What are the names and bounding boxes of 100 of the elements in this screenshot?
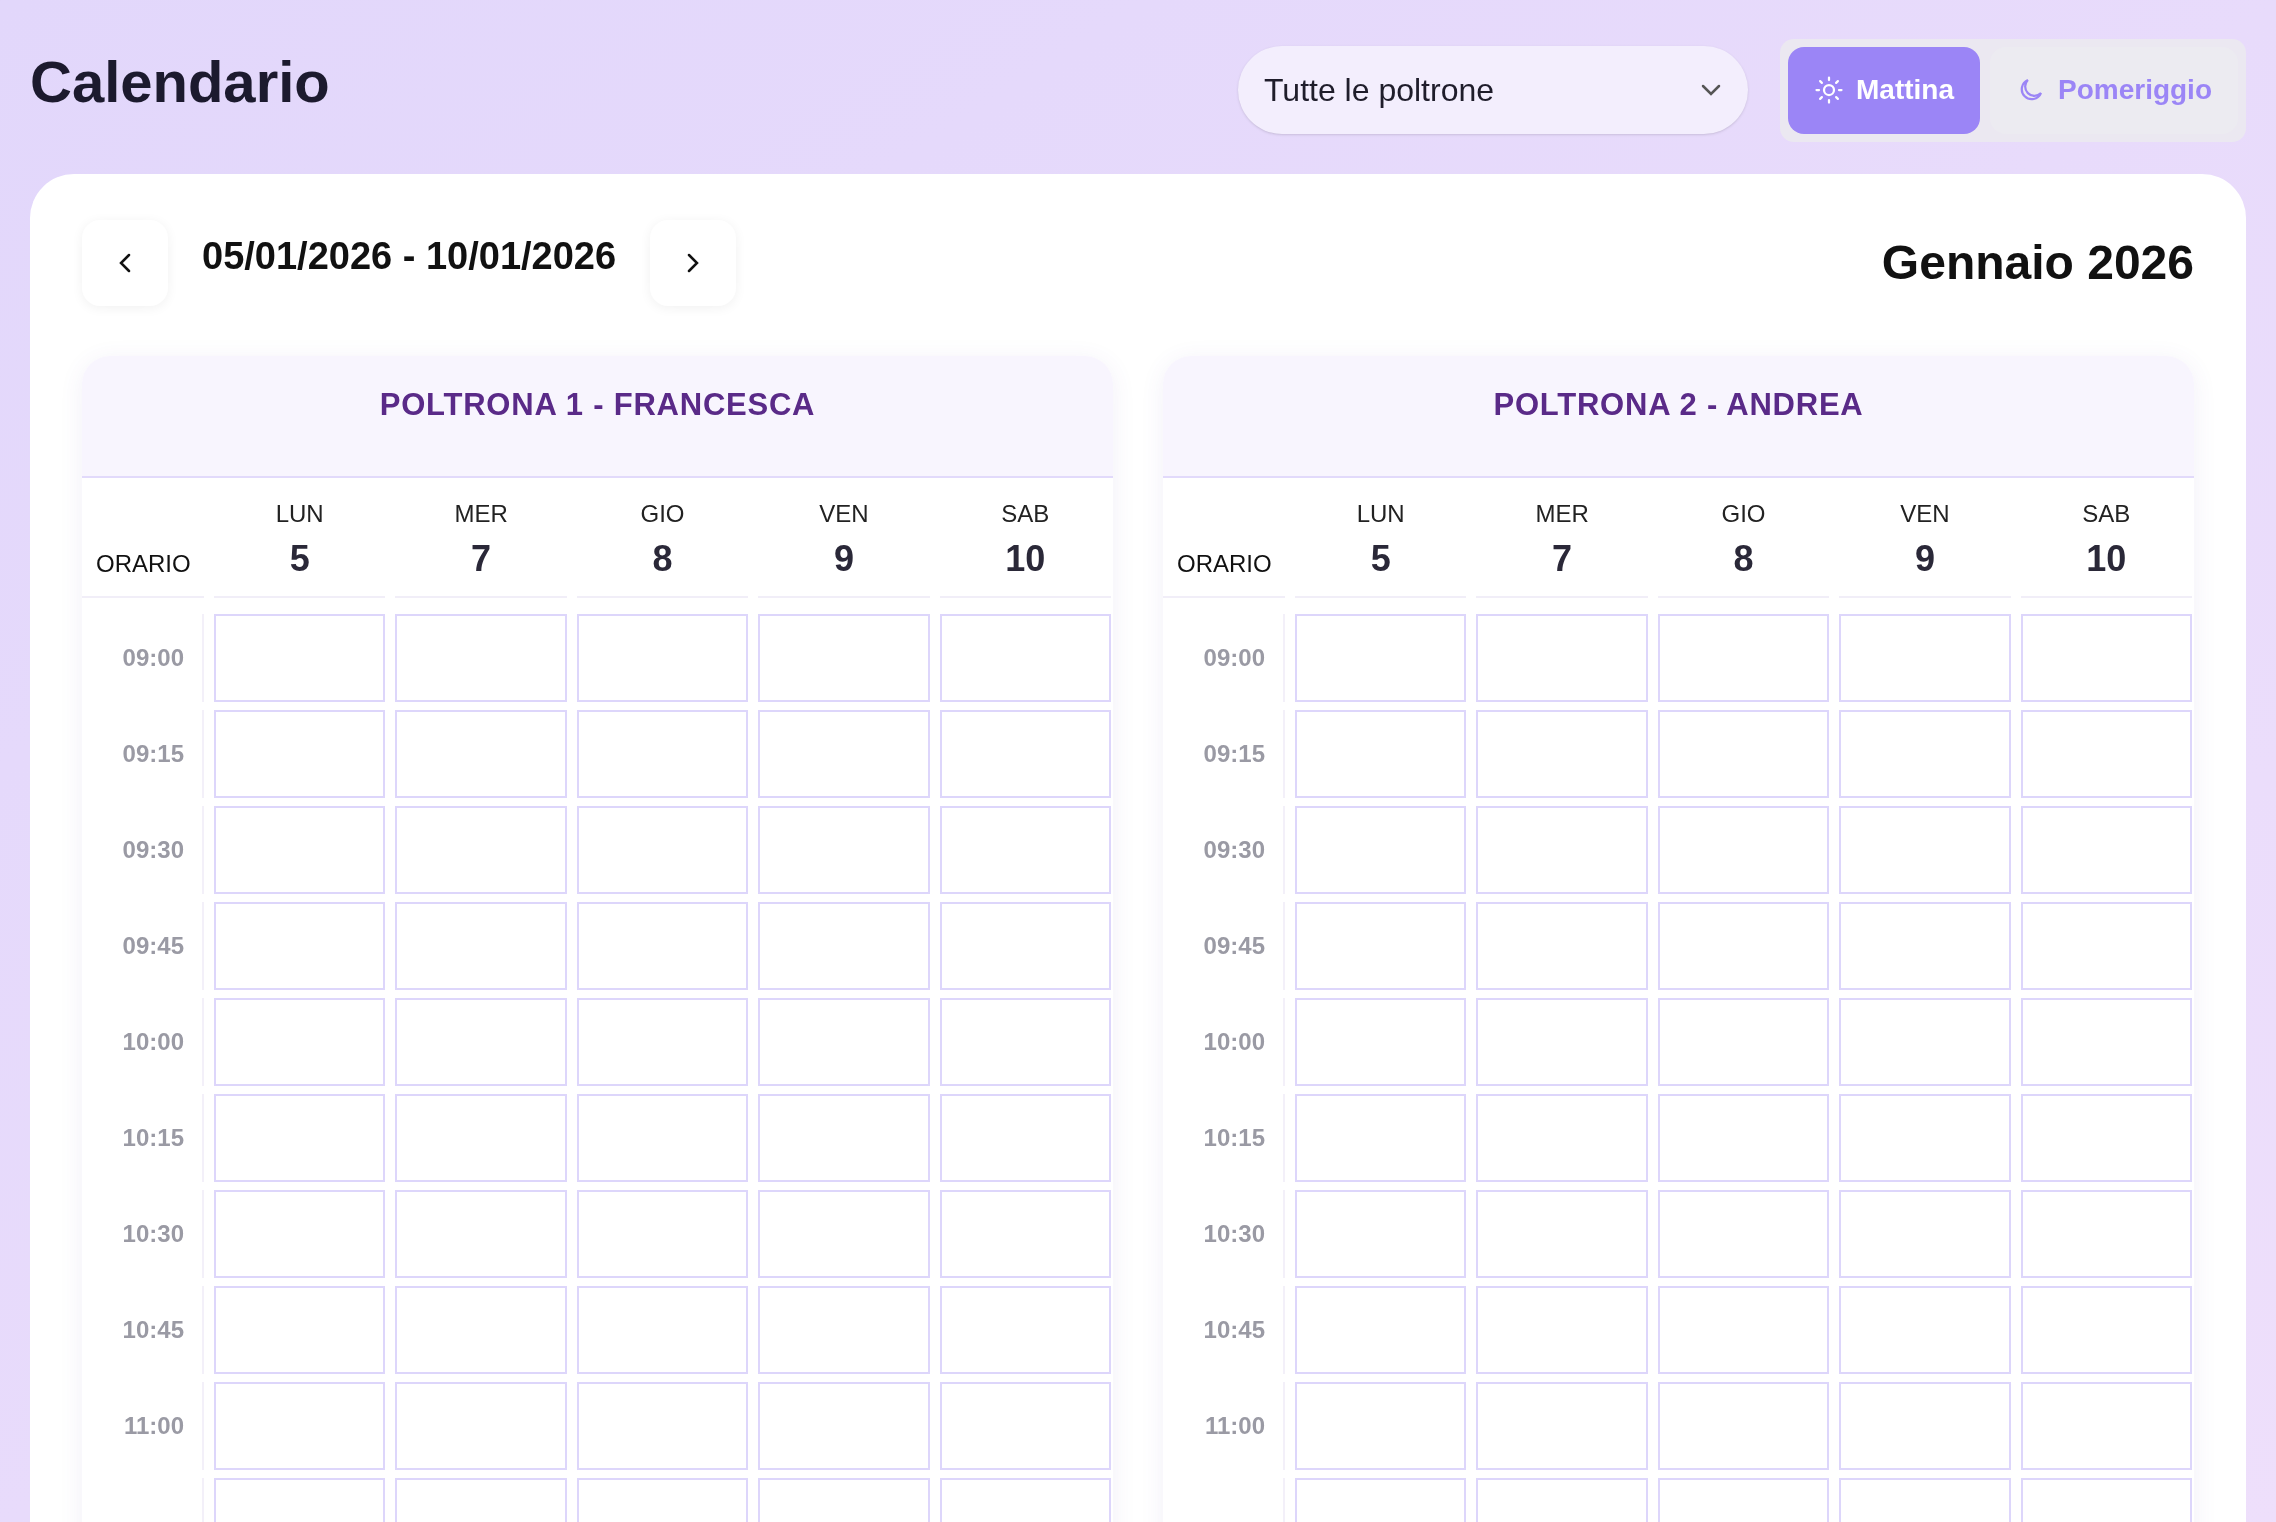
day-number: 7: [1552, 537, 1573, 581]
time-slot[interactable]: [214, 806, 386, 894]
time-slot[interactable]: [1476, 1190, 1648, 1278]
time-slot[interactable]: [2020, 710, 2192, 798]
time-slot[interactable]: [576, 1286, 749, 1374]
time-slot[interactable]: [2020, 902, 2192, 990]
time-slot[interactable]: [758, 902, 930, 990]
time-slot[interactable]: [1839, 1094, 2011, 1182]
time-slot[interactable]: [758, 1190, 930, 1278]
weekday-label: GIO: [640, 499, 685, 529]
time-slot[interactable]: [1657, 998, 1830, 1086]
time-slot[interactable]: [214, 998, 386, 1086]
time-slot[interactable]: [758, 998, 930, 1086]
time-slot[interactable]: [395, 998, 567, 1086]
time-slot[interactable]: [1476, 1382, 1648, 1470]
time-slot[interactable]: [1295, 1094, 1467, 1182]
time-slot[interactable]: [939, 998, 1111, 1086]
time-slot[interactable]: [576, 902, 749, 990]
time-slot[interactable]: [1476, 902, 1648, 990]
time-slot[interactable]: [576, 710, 749, 798]
time-slot[interactable]: [1476, 998, 1648, 1086]
time-slot[interactable]: [1839, 902, 2011, 990]
time-slot[interactable]: [2020, 1286, 2192, 1374]
time-slot[interactable]: [1839, 1190, 2011, 1278]
time-slot[interactable]: [939, 1094, 1111, 1182]
time-slot[interactable]: [576, 806, 749, 894]
time-slot[interactable]: [939, 1382, 1111, 1470]
time-slot[interactable]: [1476, 710, 1648, 798]
time-slot[interactable]: [395, 1382, 567, 1470]
mode-tab[interactable]: Mattina: [1788, 46, 1980, 134]
time-slot[interactable]: [214, 1382, 386, 1470]
time-slot[interactable]: [758, 614, 930, 702]
time-slot[interactable]: [1476, 806, 1648, 894]
time-slot[interactable]: [395, 614, 567, 702]
time-slot[interactable]: [395, 1094, 567, 1182]
time-slot[interactable]: [214, 1190, 386, 1278]
time-slot[interactable]: [576, 1382, 749, 1470]
time-slot[interactable]: [1476, 1286, 1648, 1374]
time-slot[interactable]: [214, 1094, 386, 1182]
time-slot[interactable]: [1657, 1094, 1830, 1182]
time-slot[interactable]: [395, 902, 567, 990]
time-slot[interactable]: [758, 1382, 930, 1470]
time-slot[interactable]: [214, 710, 386, 798]
chevron-left-icon: [118, 252, 132, 274]
time-slot[interactable]: [1295, 1286, 1467, 1374]
time-slot[interactable]: [939, 614, 1111, 702]
chair-dropdown[interactable]: Tutte le poltrone: [1238, 46, 1748, 134]
time-slot[interactable]: [939, 710, 1111, 798]
time-slot[interactable]: [758, 710, 930, 798]
time-slot[interactable]: [214, 902, 386, 990]
time-slot[interactable]: [576, 614, 749, 702]
time-slot[interactable]: [1657, 902, 1830, 990]
time-slot[interactable]: [939, 1190, 1111, 1278]
time-slot[interactable]: [1476, 614, 1648, 702]
time-slot[interactable]: [1839, 806, 2011, 894]
chevron-right-icon: [686, 252, 701, 274]
time-slot[interactable]: [1839, 998, 2011, 1086]
time-slot[interactable]: [939, 806, 1111, 894]
time-slot[interactable]: [2020, 1382, 2192, 1470]
time-slot[interactable]: [1839, 1382, 2011, 1470]
time-slot[interactable]: [576, 998, 749, 1086]
time-label: 10:15: [122, 1123, 184, 1153]
time-slot[interactable]: [2020, 614, 2192, 702]
time-slot[interactable]: [2020, 1190, 2192, 1278]
time-slot[interactable]: [939, 1286, 1111, 1374]
time-slot[interactable]: [1839, 710, 2011, 798]
time-slot[interactable]: [2020, 1094, 2192, 1182]
time-slot[interactable]: [2020, 806, 2192, 894]
next-week-button[interactable]: [650, 220, 737, 306]
previous-week-button[interactable]: [82, 220, 168, 306]
time-slot[interactable]: [1657, 1190, 1830, 1278]
time-slot[interactable]: [939, 902, 1111, 990]
time-slot[interactable]: [1295, 806, 1467, 894]
time-slot[interactable]: [1657, 614, 1830, 702]
time-slot[interactable]: [758, 806, 930, 894]
time-slot[interactable]: [1295, 710, 1467, 798]
time-slot[interactable]: [1839, 614, 2011, 702]
time-slot[interactable]: [1295, 902, 1467, 990]
time-slot[interactable]: [1657, 1286, 1830, 1374]
time-slot[interactable]: [214, 614, 386, 702]
time-slot[interactable]: [1295, 1190, 1467, 1278]
chevron-down-icon: [1700, 83, 1722, 97]
time-slot[interactable]: [758, 1094, 930, 1182]
time-slot[interactable]: [2020, 998, 2192, 1086]
time-slot[interactable]: [214, 1286, 386, 1374]
time-slot[interactable]: [576, 1190, 749, 1278]
time-slot[interactable]: [395, 806, 567, 894]
time-slot[interactable]: [1295, 614, 1467, 702]
time-slot[interactable]: [576, 1094, 749, 1182]
time-slot[interactable]: [395, 710, 567, 798]
time-slot[interactable]: [1295, 1382, 1467, 1470]
time-slot[interactable]: [395, 1190, 567, 1278]
time-slot[interactable]: [1295, 998, 1467, 1086]
time-slot[interactable]: [1476, 1094, 1648, 1182]
time-slot[interactable]: [395, 1286, 567, 1374]
time-slot[interactable]: [1657, 806, 1830, 894]
time-slot[interactable]: [1657, 1382, 1830, 1470]
time-slot[interactable]: [758, 1286, 930, 1374]
time-slot[interactable]: [1839, 1286, 2011, 1374]
time-slot[interactable]: [1657, 710, 1830, 798]
